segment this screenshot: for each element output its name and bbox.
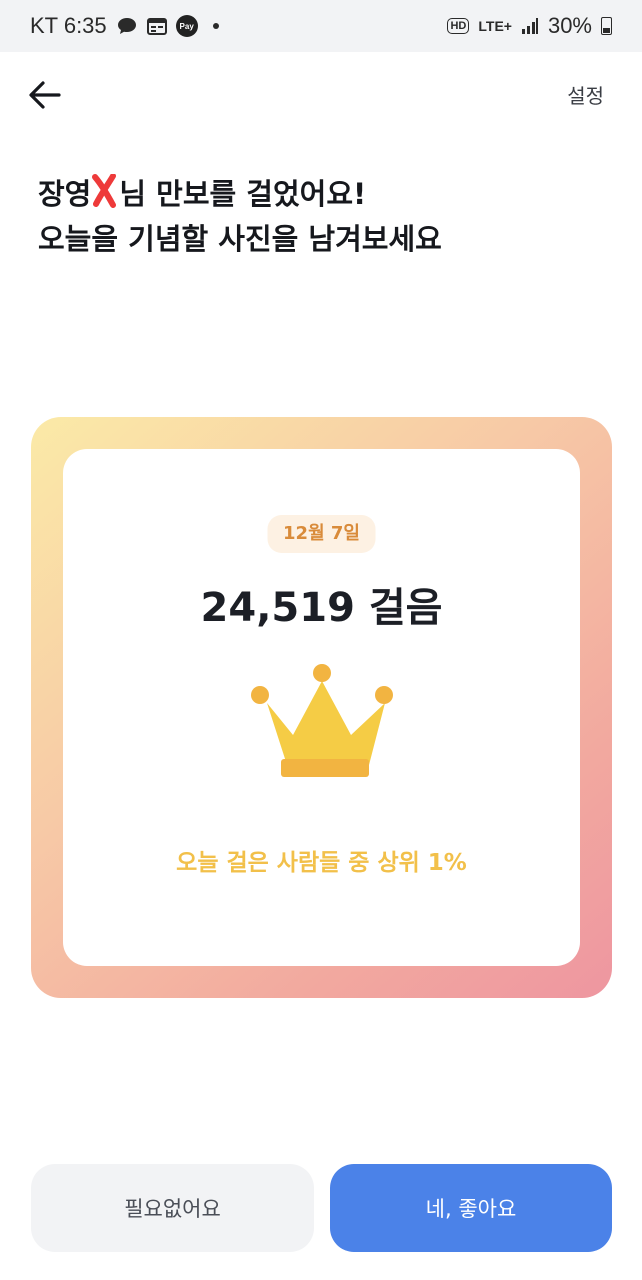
date-badge: 12월 7일 bbox=[267, 515, 376, 553]
settings-link[interactable]: 설정 bbox=[567, 80, 604, 109]
arrow-left-icon bbox=[29, 81, 61, 109]
hd-voice-icon: HD bbox=[447, 18, 470, 34]
status-bar: KT 6:35 Pay HD LTE+ 30% bbox=[0, 0, 642, 52]
headline-suffix: 님 만보를 걸었어요! bbox=[119, 177, 367, 211]
back-button[interactable] bbox=[24, 74, 66, 116]
chat-icon bbox=[116, 16, 138, 36]
user-name-prefix: 장영 bbox=[38, 177, 92, 211]
carrier-time: KT 6:35 bbox=[30, 13, 107, 38]
lte-icon: LTE+ bbox=[478, 18, 512, 34]
signal-icon bbox=[521, 17, 539, 35]
pay-icon: Pay bbox=[175, 15, 198, 37]
calendar-icon bbox=[146, 17, 167, 35]
status-right: HD LTE+ 30% bbox=[447, 13, 612, 39]
redaction-mark-icon bbox=[92, 174, 117, 208]
achievement-card: 12월 7일 24,519 걸음 오늘 걸은 사람들 중 상위 1% bbox=[31, 417, 612, 998]
battery-icon bbox=[601, 17, 612, 35]
headline-line-2: 오늘을 기념할 사진을 남겨보세요 bbox=[38, 222, 442, 256]
rank-text: 오늘 걸은 사람들 중 상위 1% bbox=[176, 850, 467, 876]
headline-line-1: 장영 님 만보를 걸었어요! bbox=[38, 172, 442, 217]
battery-percent: 30% bbox=[547, 13, 592, 38]
accept-button[interactable]: 네, 좋아요 bbox=[330, 1164, 612, 1252]
status-left: KT 6:35 Pay bbox=[30, 13, 219, 39]
step-count: 24,519 걸음 bbox=[200, 585, 443, 631]
crown-icon bbox=[251, 664, 393, 777]
achievement-card-inner: 12월 7일 24,519 걸음 오늘 걸은 사람들 중 상위 1% bbox=[63, 449, 580, 966]
decline-button[interactable]: 필요없어요 bbox=[31, 1164, 314, 1252]
notification-dot-icon bbox=[212, 23, 219, 29]
headline: 장영 님 만보를 걸었어요! 오늘을 기념할 사진을 남겨보세요 bbox=[38, 172, 442, 262]
